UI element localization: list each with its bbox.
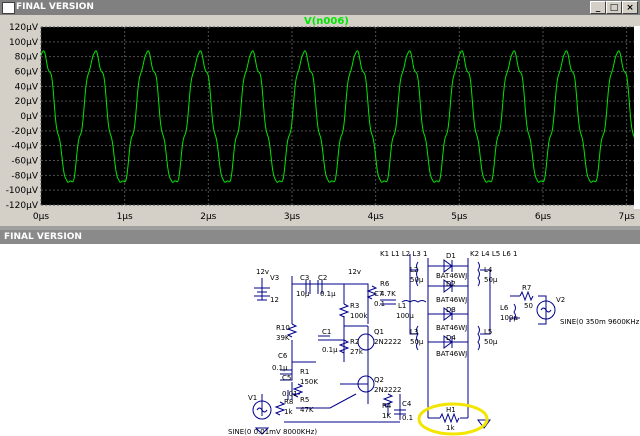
y-tick-label: 80µV <box>15 53 39 63</box>
label-l5-val: 50µ <box>484 338 498 346</box>
y-axis-tick-labels: 120µV 100µV 80µV 60µV 40µV 20µV 0µV -20µV -40µV -… <box>6 23 39 211</box>
label-d1: D1 <box>446 252 456 260</box>
label-c1: C1 <box>322 328 331 336</box>
label-c6-val: 0.1µ <box>272 364 288 372</box>
label-v1: V1 <box>248 394 257 402</box>
label-r5: R5 <box>300 396 309 404</box>
label-c6: C6 <box>278 352 288 360</box>
label-l2: L2 <box>410 266 418 274</box>
x-tick-label: 1µs <box>117 212 133 222</box>
label-q2-type: 2N2222 <box>374 386 402 394</box>
x-tick-label: 6µs <box>535 212 551 222</box>
label-d2: D2 <box>446 280 456 288</box>
label-l4: L4 <box>484 266 493 274</box>
label-v2: V2 <box>556 296 565 304</box>
label-c4-val: 0.1 <box>402 414 413 422</box>
waveform-window: FINAL VERSION _ □ × V(n006) 120µV 100µV 80… <box>0 0 640 226</box>
label-c5: C5 <box>282 374 291 382</box>
label-r8: R8 <box>284 398 293 406</box>
label-l4-val: 50µ <box>484 276 498 284</box>
label-r4-val: 1K <box>382 412 391 420</box>
label-v2-spec: SINE(0 350m 9600KHz) <box>560 318 640 326</box>
label-d3-type: BAT46WJ <box>436 324 467 332</box>
y-tick-label: 20µV <box>15 97 39 107</box>
schematic-canvas[interactable]: 12v V3 12 12v C3 10µ C2 0.1µ R3 100k R6 … <box>0 244 640 436</box>
label-l2-val: 50µ <box>410 276 424 284</box>
x-tick-label: 0µs <box>33 212 49 222</box>
y-tick-label: -100µV <box>6 186 39 196</box>
x-tick-label: 5µs <box>451 212 467 222</box>
label-r2-val: 27k <box>350 348 364 356</box>
y-tick-label: -40µV <box>11 142 38 152</box>
y-tick-label: 120µV <box>9 23 39 33</box>
label-d2-type: BAT46WJ <box>436 296 467 304</box>
label-k1: K1 L1 L2 L3 1 <box>380 250 427 258</box>
label-l6: L6 <box>500 304 509 312</box>
label-v3-val: 12 <box>270 296 279 304</box>
label-c2: C2 <box>318 274 327 282</box>
label-d1-type: BAT46WJ <box>436 272 467 280</box>
x-axis-tick-labels: 0µs 1µs 2µs 3µs 4µs 5µs 6µs 7µs <box>33 212 635 222</box>
y-tick-label: 60µV <box>15 68 39 78</box>
label-l6-val: 100µ <box>500 314 518 322</box>
label-r3: R3 <box>350 302 359 310</box>
x-tick-label: 2µs <box>200 212 216 222</box>
label-r10-val: 39K <box>276 334 290 342</box>
y-tick-label: -120µV <box>6 201 39 211</box>
label-l5: L5 <box>484 328 492 336</box>
label-d3: D3 <box>446 306 456 314</box>
label-r1-val: 150K <box>300 378 318 386</box>
y-tick-label: -80µV <box>11 171 38 181</box>
label-r6: R6 <box>380 280 390 288</box>
schematic-window-titlebar[interactable]: FINAL VERSION <box>0 230 640 245</box>
label-r1: R1 <box>300 368 309 376</box>
label-q1: Q1 <box>374 328 384 336</box>
waveform-plot[interactable]: 120µV 100µV 80µV 60µV 40µV 20µV 0µV -20µV -40µV -… <box>0 0 640 226</box>
label-v1-spec: SINE(0 0.01mV 8000KHz) <box>228 428 317 436</box>
label-c7-val: 0.1 <box>374 300 385 308</box>
label-c1-val: 0.1µ <box>322 346 338 354</box>
label-net-12v: 12v <box>348 268 361 276</box>
label-l1-val: 100µ <box>396 312 414 320</box>
label-l3: L3 <box>410 328 418 336</box>
label-v3: V3 <box>270 274 279 282</box>
label-c2-val: 0.1µ <box>320 290 336 298</box>
label-c4: C4 <box>402 400 412 408</box>
label-d4-type: BAT46WJ <box>436 350 467 358</box>
y-tick-label: -60µV <box>11 157 38 167</box>
label-q1-type: 2N2222 <box>374 338 402 346</box>
y-tick-label: 40µV <box>15 82 39 92</box>
label-r2: R2 <box>350 338 359 346</box>
label-r7: R7 <box>522 284 531 292</box>
label-c5-val: 0.01 <box>282 390 298 398</box>
label-r10: R10 <box>276 324 290 332</box>
y-tick-label: -20µV <box>11 127 38 137</box>
label-l1: L1 <box>398 302 406 310</box>
label-c7: C7 <box>374 290 383 298</box>
label-c3-val: 10µ <box>296 290 310 298</box>
label-r4: R4 <box>382 402 392 410</box>
label-r5-val: 47K <box>300 406 314 414</box>
label-c3: C3 <box>300 274 309 282</box>
schematic-window-title: FINAL VERSION <box>4 232 82 242</box>
label-k2: K2 L4 L5 L6 1 <box>470 250 517 258</box>
label-h1: H1 <box>446 406 456 414</box>
y-tick-label: 100µV <box>9 38 39 48</box>
label-d4: D4 <box>446 334 456 342</box>
label-v3-unit: 12v <box>256 268 269 276</box>
plot-scrollbar[interactable] <box>634 26 640 209</box>
label-r8-val: 1k <box>284 408 293 416</box>
label-r3-val: 100k <box>350 312 368 320</box>
label-r7-val: 50 <box>524 302 533 310</box>
y-tick-label: 0µV <box>20 112 38 122</box>
x-tick-label: 4µs <box>368 212 384 222</box>
label-h1-val: 1k <box>446 424 455 432</box>
label-q2: Q2 <box>374 376 384 384</box>
x-tick-label: 7µs <box>619 212 635 222</box>
x-tick-label: 3µs <box>284 212 300 222</box>
label-l3-val: 50µ <box>410 338 424 346</box>
